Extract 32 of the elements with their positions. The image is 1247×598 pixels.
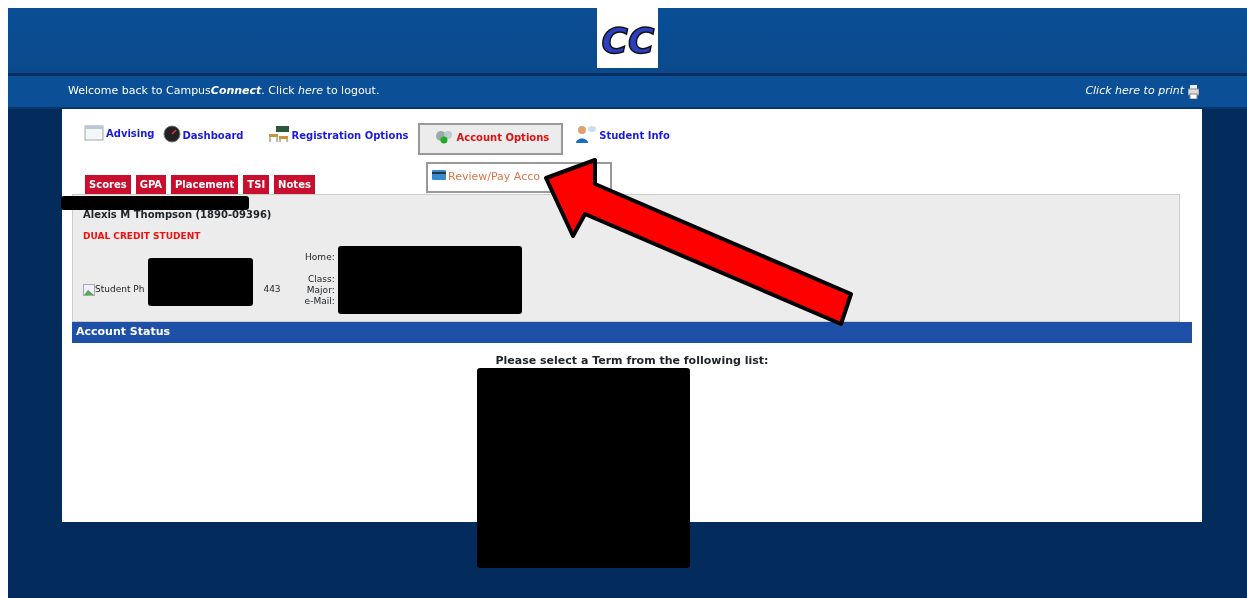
sub-tab[interactable]: Scores <box>85 175 131 194</box>
field-label: Home: <box>304 251 335 263</box>
student-id-text: 443 <box>263 282 281 296</box>
window-icon <box>84 125 104 141</box>
photo-alt-text: Student Ph <box>95 282 145 296</box>
field-label: Major: <box>305 284 335 296</box>
submenu-link[interactable]: Review/Pay Acco <box>431 169 540 186</box>
nav-tab[interactable]: Advising <box>84 123 155 143</box>
section-header: Account Status <box>72 322 1192 343</box>
field-label: Class: <box>307 273 335 285</box>
gauge-icon <box>162 125 181 143</box>
person-icon <box>575 125 598 143</box>
card-icon <box>431 169 447 182</box>
term-prompt: Please select a Term from the following list: <box>494 352 770 369</box>
nav-tab[interactable]: Registration Options <box>267 123 409 145</box>
desks-icon <box>267 125 290 143</box>
student-name: Alexis M Thompson (1890-09396) <box>83 208 273 222</box>
broken-image-icon <box>83 283 95 296</box>
sub-tab[interactable]: GPA <box>135 175 167 194</box>
nav-tab[interactable]: Account Options <box>418 123 564 155</box>
sub-tab[interactable]: Notes <box>274 175 315 194</box>
gears-icon <box>434 129 455 145</box>
printer-icon <box>1188 84 1199 99</box>
nav-tab[interactable]: Dashboard <box>162 123 244 145</box>
welcome-message: Welcome back to CampusConnect. Click here to logout. <box>68 83 380 100</box>
nav-tab[interactable]: Student Info <box>575 123 670 145</box>
print-link[interactable]: Click here to print <box>1085 83 1199 100</box>
logo: CC <box>597 8 658 68</box>
sub-tab[interactable]: TSI <box>243 175 270 194</box>
field-label: e-Mail: <box>304 295 335 307</box>
student-status: DUAL CREDIT STUDENT <box>83 230 202 243</box>
sub-tab[interactable]: Placement <box>171 175 239 194</box>
